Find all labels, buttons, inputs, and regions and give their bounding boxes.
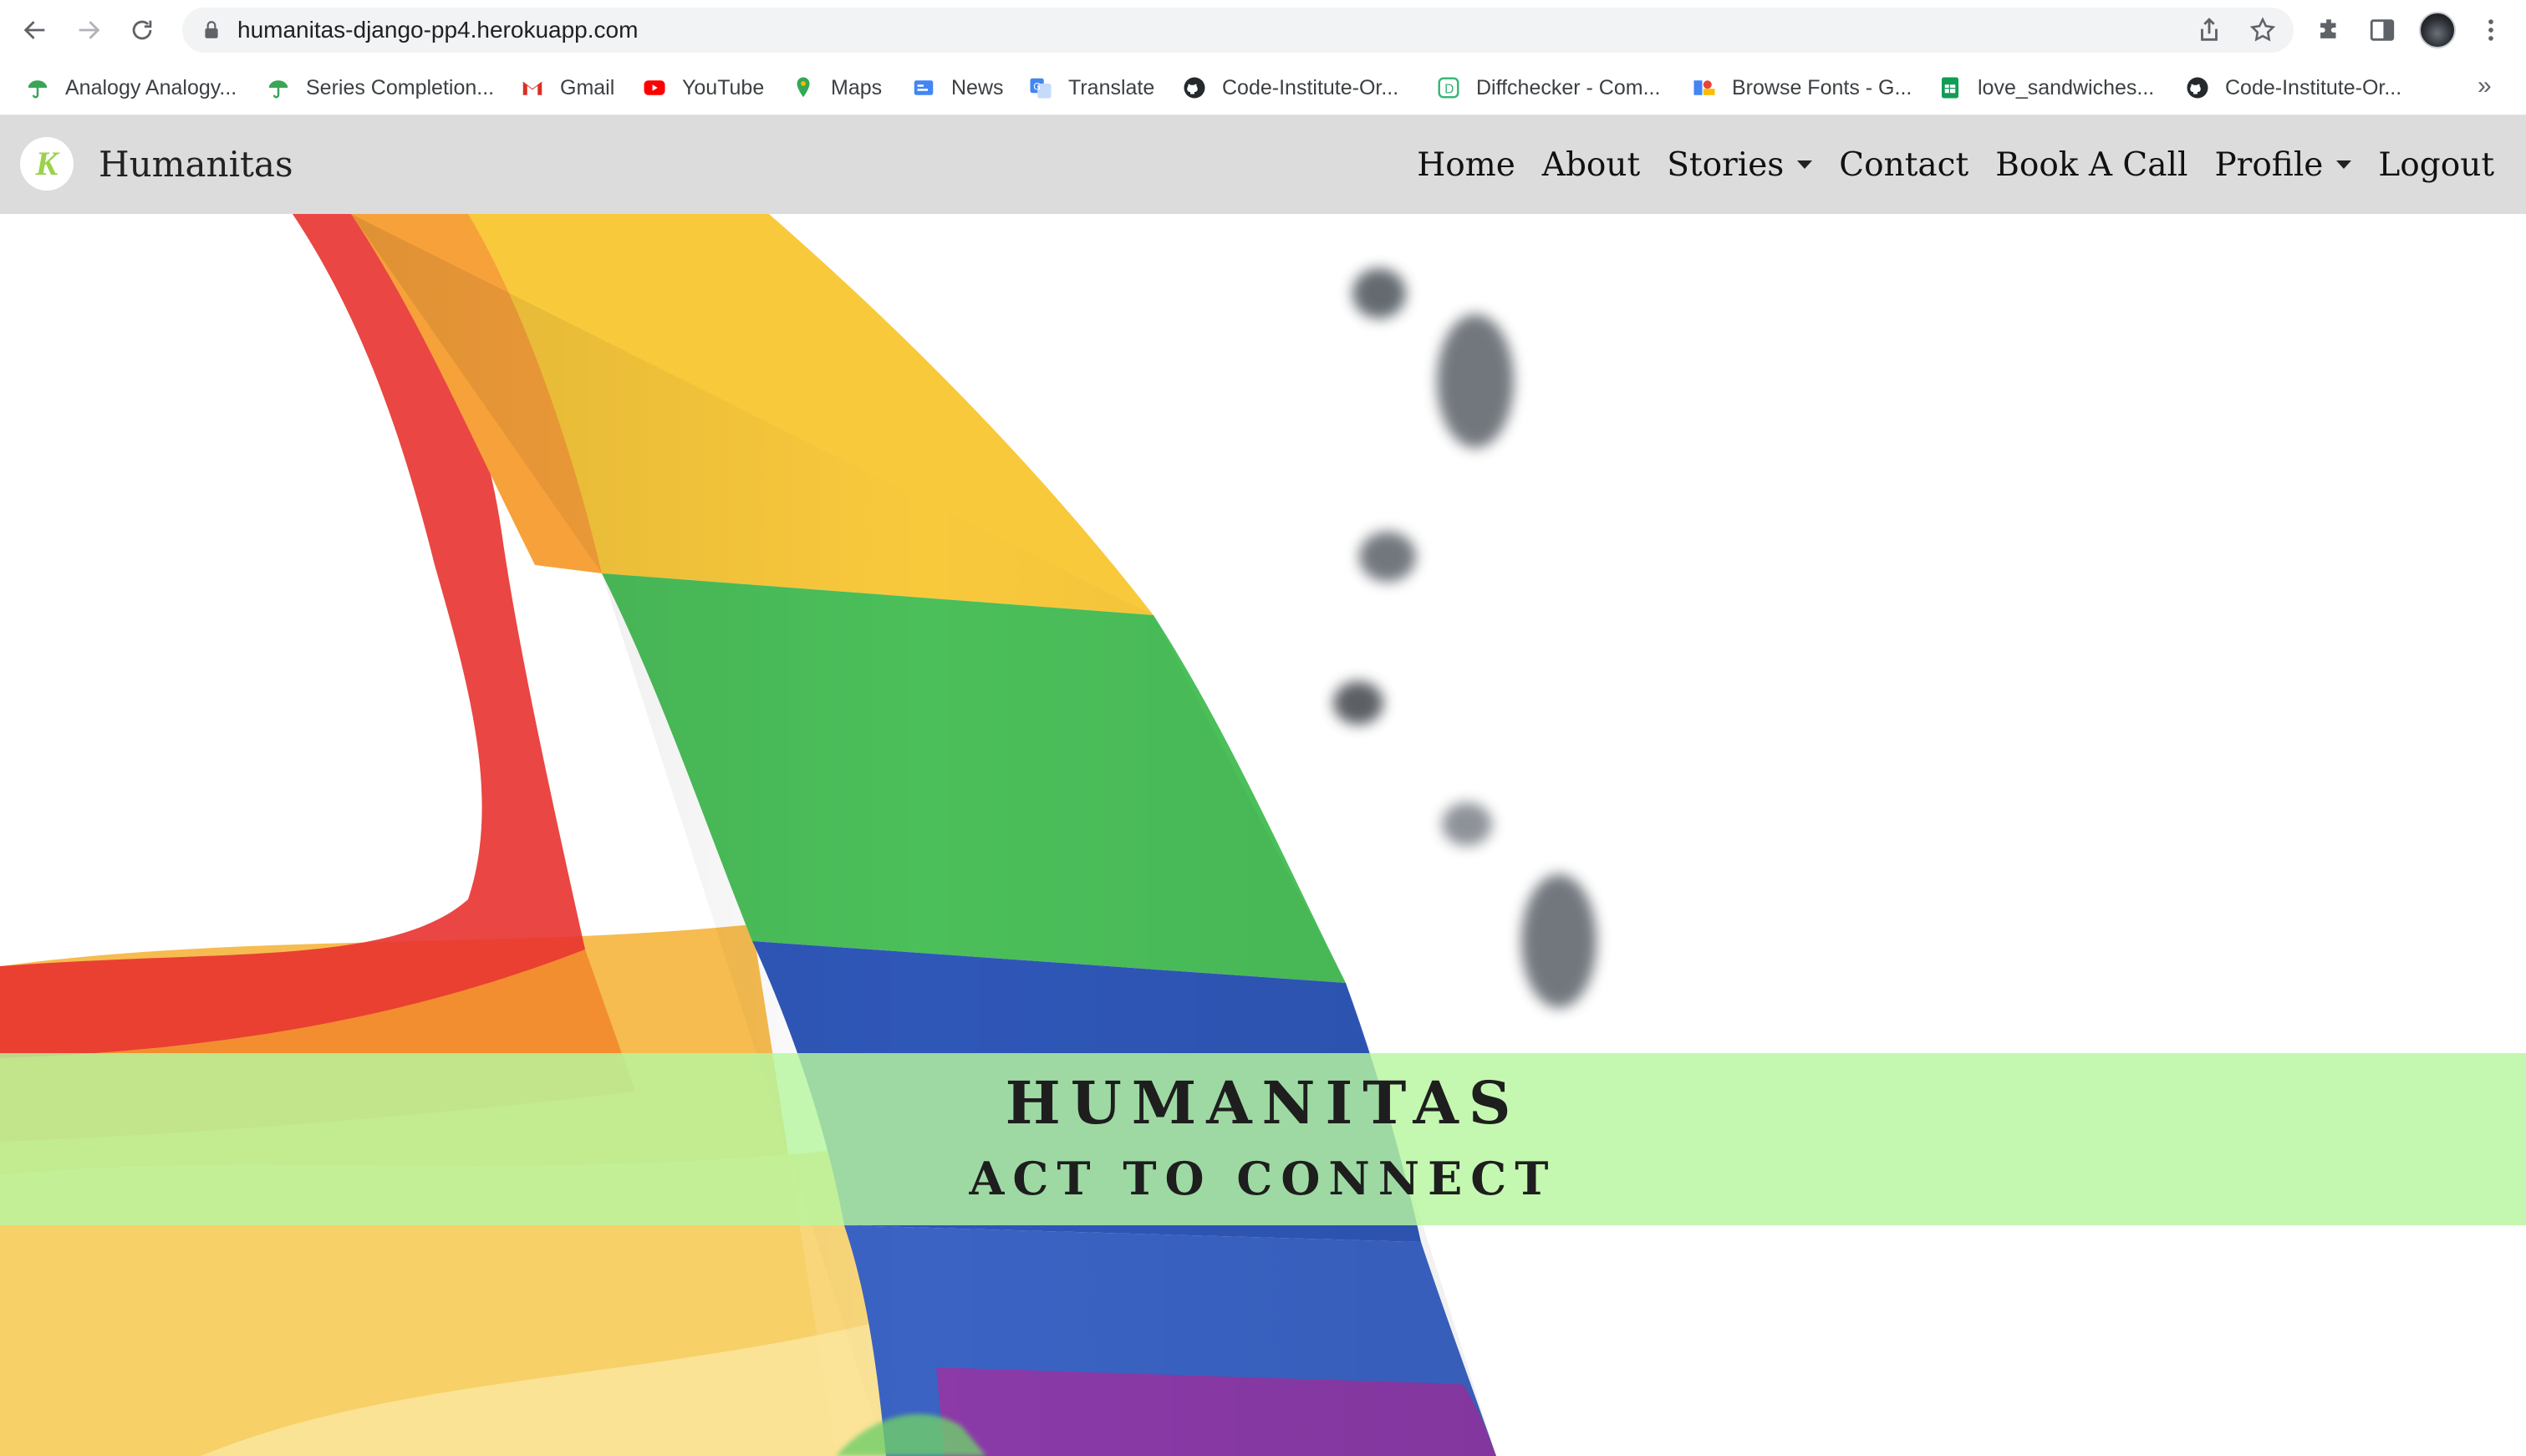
reload-icon [132, 20, 152, 40]
bookmark-item[interactable]: Maps [791, 60, 882, 115]
extensions-button[interactable] [2309, 10, 2349, 50]
bookmark-item[interactable]: YouTube [642, 60, 764, 115]
bookmark-item[interactable]: Analogy Analogy... [25, 60, 237, 115]
nav-home[interactable]: Home [1417, 146, 1515, 184]
bookmark-item[interactable]: Code-Institute-Or... [2185, 60, 2401, 115]
browser-toolbar: humanitas-django-pp4.herokuapp.com [0, 0, 2526, 60]
logo-letter: K [35, 145, 59, 182]
bookmarks-overflow-button[interactable]: » [2478, 72, 2492, 100]
bookmark-label: Gmail [560, 75, 615, 99]
bookmark-item[interactable]: D Diffchecker - Com... [1436, 60, 1660, 115]
gmail-icon [520, 75, 545, 100]
url-text[interactable]: humanitas-django-pp4.herokuapp.com [237, 8, 638, 53]
bookmark-item[interactable]: G Translate [1028, 60, 1154, 115]
address-bar[interactable]: humanitas-django-pp4.herokuapp.com [182, 8, 2294, 53]
nav-about[interactable]: About [1542, 146, 1640, 184]
site-navbar: K Humanitas Home About Stories Contact B… [0, 115, 2526, 214]
bookmark-item[interactable]: love_sandwiches... [1938, 60, 2154, 115]
hero-subtitle: ACT TO CONNECT [969, 1152, 1557, 1205]
youtube-icon [642, 75, 667, 100]
forward-button[interactable] [69, 10, 109, 50]
nav-stories-label: Stories [1667, 145, 1785, 184]
nav-contact[interactable]: Contact [1839, 146, 1968, 184]
google-fonts-icon [1692, 75, 1717, 100]
rainbow-flag-image [0, 214, 1597, 1456]
sheets-icon [1938, 75, 1963, 100]
side-panel-button[interactable] [2362, 10, 2402, 50]
bookmark-item[interactable]: Code-Institute-Or... [1182, 60, 1398, 115]
bookmark-item[interactable]: Series Completion... [266, 60, 494, 115]
bookmark-star-button[interactable] [2248, 16, 2277, 44]
kebab-menu-icon [2488, 19, 2493, 41]
translate-icon: G [1028, 75, 1053, 100]
side-panel-icon [2370, 19, 2395, 41]
bookmark-label: Translate [1068, 75, 1155, 99]
back-arrow-icon [23, 21, 45, 39]
bookmark-label: Code-Institute-Or... [2225, 75, 2402, 99]
bookmark-item[interactable]: Browse Fonts - G... [1692, 60, 1912, 115]
site-logo[interactable]: K [20, 137, 74, 191]
bookmark-label: YouTube [682, 75, 765, 99]
github-icon [2185, 75, 2210, 100]
svg-text:G: G [1033, 82, 1041, 93]
star-icon [2249, 17, 2276, 42]
brand-name[interactable]: Humanitas [99, 115, 293, 214]
caret-down-icon [1797, 160, 1813, 169]
lock-icon [205, 21, 218, 38]
bookmark-item[interactable]: Gmail [520, 60, 614, 115]
bookmark-label: Browse Fonts - G... [1732, 75, 1912, 99]
nav-logout[interactable]: Logout [2378, 146, 2494, 184]
bookmark-label: Diffchecker - Com... [1476, 75, 1661, 99]
caret-down-icon [2336, 160, 2352, 169]
umbrella-icon [25, 75, 50, 100]
bookmark-label: Maps [831, 75, 883, 99]
hero-section: HUMANITAS ACT TO CONNECT [0, 214, 2526, 1456]
hero-banner: HUMANITAS ACT TO CONNECT [0, 1053, 2526, 1225]
bookmarks-bar: Analogy Analogy... Series Completion... … [0, 60, 2526, 115]
bookmark-item[interactable]: News [911, 60, 1004, 115]
news-icon [911, 75, 936, 100]
bookmark-label: love_sandwiches... [1978, 75, 2155, 99]
share-icon [2201, 18, 2218, 41]
nav-links: Home About Stories Contact Book A Call P… [1390, 115, 2494, 214]
hero-title: HUMANITAS [1005, 1068, 1521, 1138]
maps-pin-icon [791, 75, 816, 100]
umbrella-icon [266, 75, 291, 100]
nav-book-a-call[interactable]: Book A Call [1995, 146, 2187, 184]
nav-profile-label: Profile [2214, 145, 2324, 184]
bookmark-label: Analogy Analogy... [65, 75, 237, 99]
svg-text:D: D [1444, 81, 1454, 96]
browser-menu-button[interactable] [2471, 10, 2511, 50]
share-button[interactable] [2195, 16, 2223, 44]
github-icon [1182, 75, 1207, 100]
forward-arrow-icon [79, 21, 100, 39]
diffchecker-icon: D [1436, 75, 1461, 100]
nav-profile-dropdown[interactable]: Profile [2214, 145, 2352, 184]
bookmark-label: Code-Institute-Or... [1222, 75, 1399, 99]
bookmark-label: Series Completion... [306, 75, 495, 99]
profile-avatar[interactable] [2419, 12, 2456, 48]
puzzle-icon [2320, 19, 2336, 38]
nav-stories-dropdown[interactable]: Stories [1667, 145, 1813, 184]
back-button[interactable] [15, 10, 55, 50]
bookmark-label: News [951, 75, 1004, 99]
reload-button[interactable] [122, 10, 162, 50]
